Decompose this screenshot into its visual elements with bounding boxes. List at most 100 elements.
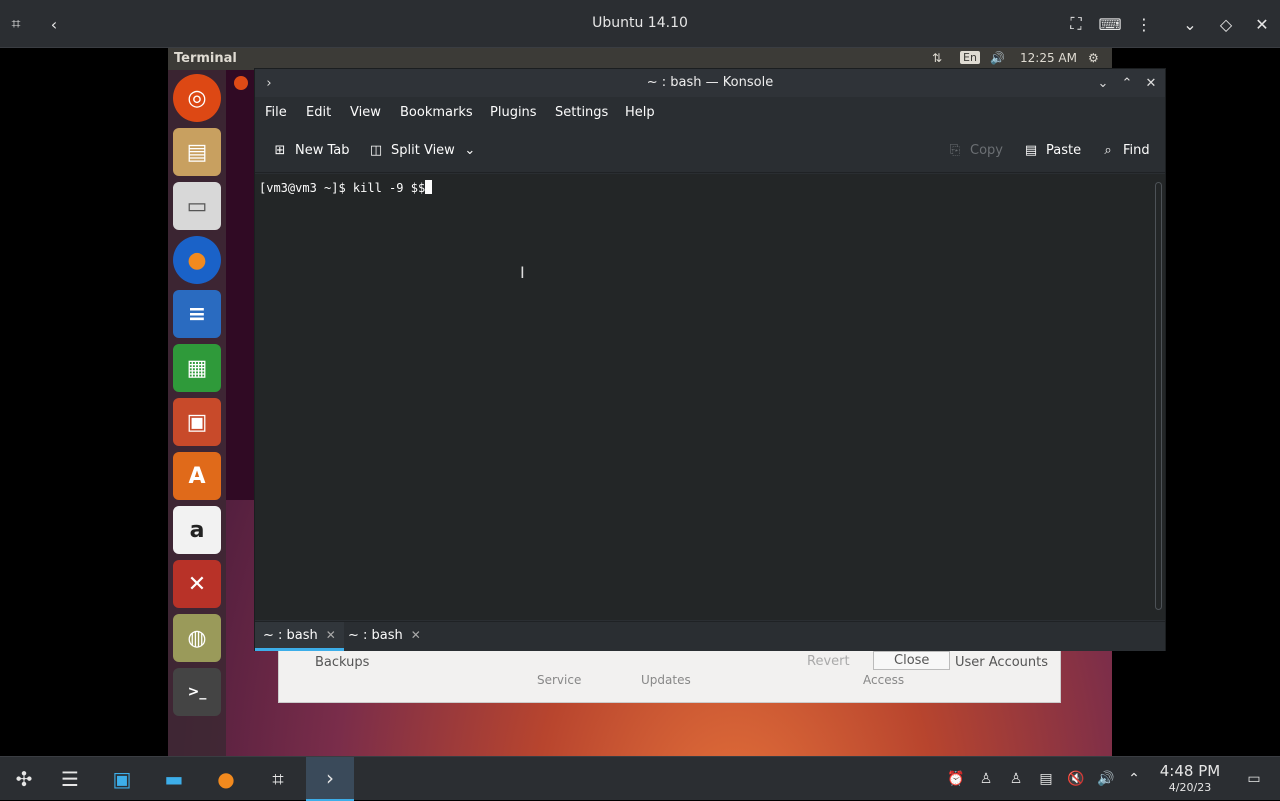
file-cabinet-icon[interactable]: ▭ [173, 182, 221, 230]
new-tab-label: New Tab [295, 142, 350, 158]
discover-store-icon[interactable]: ▣ [98, 757, 146, 801]
mouse-ibeam-cursor-icon: I [520, 263, 525, 282]
paste-label: Paste [1046, 142, 1082, 158]
search-icon: ⌕ [1104, 142, 1112, 158]
terminal-cursor [425, 180, 433, 194]
close-icon[interactable]: ✕ [1250, 12, 1274, 36]
panel-app-title: Terminal [174, 51, 237, 66]
panel-clock[interactable]: 12:25 AM [1020, 51, 1077, 65]
konsole-menubar: File Edit View Bookmarks Plugins Setting… [255, 97, 1165, 129]
menu-help[interactable]: Help [625, 105, 655, 120]
user-icon[interactable]: ♙ [976, 769, 996, 789]
clock-date: 4/20/23 [1168, 781, 1212, 794]
paste-icon: ▤ [1024, 142, 1038, 158]
menu-plugins[interactable]: Plugins [490, 105, 537, 120]
split-view-icon: ◫ [369, 142, 383, 158]
tab-label: ~ : bash [263, 628, 318, 643]
konsole-window[interactable]: › ~ : bash — Konsole ⌄ ⌃ ✕ File Edit Vie… [254, 68, 1166, 651]
clock-time: 4:48 PM [1159, 762, 1221, 780]
terminal-launcher-icon[interactable]: >_ [173, 668, 221, 716]
users-switch-icon[interactable]: ♙ [1006, 769, 1026, 789]
konsole-tabbar: ~ : bash ✕ ~ : bash ✕ [255, 621, 1165, 651]
tab-label: ~ : bash [348, 628, 403, 643]
fullscreen-icon[interactable]: ⛶ [1064, 12, 1088, 36]
window-maximize-icon[interactable]: ⌃ [1117, 73, 1137, 93]
clipboard-icon[interactable]: ▤ [1036, 769, 1056, 789]
keyboard-icon[interactable]: ⌨ [1098, 12, 1122, 36]
konsole-title: ~ : bash — Konsole [646, 75, 774, 90]
access-label: Access [863, 673, 905, 687]
find-label: Find [1123, 142, 1150, 158]
network-globe-icon[interactable]: ◍ [173, 614, 221, 662]
volume-tray-icon[interactable]: 🔊 [1096, 769, 1116, 789]
settings-gear-icon[interactable]: ⚙ [1088, 51, 1099, 65]
copy-label: Copy [970, 142, 1003, 158]
split-view-label: Split View [391, 142, 455, 158]
window-close-icon[interactable]: ✕ [1141, 73, 1161, 93]
host-taskbar: ✣ ☰ ▣ ▬ ● ⌗ › ⏰ ♙ ♙ ▤ 🔇 🔊 ⌃ 4:48 PM 4/20… [0, 756, 1280, 801]
backups-label[interactable]: Backups [315, 655, 369, 670]
maximize-icon[interactable]: ◇ [1214, 12, 1238, 36]
find-button[interactable]: ⌕ Find [1100, 142, 1150, 158]
show-desktop-icon[interactable]: ▭ [1244, 769, 1264, 789]
calc-icon[interactable]: ▦ [173, 344, 221, 392]
host-window-titlebar: ⌗ ‹ Ubuntu 14.10 ⛶ ⌨ ⋮ ⌄ ◇ ✕ [0, 0, 1280, 48]
terminal-scrollbar[interactable] [1155, 182, 1162, 610]
terminal-area[interactable]: [vm3@vm3 ~]$ kill -9 $$ [255, 174, 1165, 620]
taskbar-clock[interactable]: 4:48 PM 4/20/23 [1150, 762, 1230, 794]
menu-view[interactable]: View [350, 105, 381, 120]
volume-icon[interactable]: 🔊 [990, 51, 1005, 65]
vm-manager-taskbar-icon[interactable]: ⌗ [254, 757, 302, 801]
menu-settings[interactable]: Settings [555, 105, 608, 120]
tray-expand-icon[interactable]: ⌃ [1124, 769, 1144, 789]
new-tab-icon: ⊞ [274, 142, 286, 158]
terminal-prompt-line: [vm3@vm3 ~]$ kill -9 $$ [259, 180, 433, 195]
split-view-button[interactable]: ◫ Split View ⌄ [368, 142, 478, 158]
window-minimize-icon[interactable]: ⌄ [1093, 73, 1113, 93]
software-center-icon[interactable]: A [173, 452, 221, 500]
amazon-icon[interactable]: a [173, 506, 221, 554]
firefox-taskbar-icon[interactable]: ● [202, 757, 250, 801]
menu-bookmarks[interactable]: Bookmarks [400, 105, 473, 120]
ubuntu-top-panel: Terminal ⇅ En 🔊 12:25 AM ⚙ [168, 48, 1112, 70]
user-accounts-label[interactable]: User Accounts [955, 655, 1048, 670]
impress-icon[interactable]: ▣ [173, 398, 221, 446]
minimize-icon[interactable]: ⌄ [1178, 12, 1202, 36]
updates-label: Updates [641, 673, 691, 687]
new-tab-button[interactable]: ⊞ New Tab [272, 142, 350, 158]
close-dialog-button[interactable]: Close [873, 651, 951, 670]
bg-terminal-close-icon[interactable] [234, 76, 248, 90]
terminal-command-text: [vm3@vm3 ~]$ kill -9 $$ [259, 181, 426, 195]
background-settings-dialog: Backups Revert Close User Accounts Servi… [278, 648, 1061, 703]
konsole-titlebar[interactable]: › ~ : bash — Konsole ⌄ ⌃ ✕ [255, 69, 1165, 97]
system-settings-icon[interactable]: ☰ [46, 757, 94, 801]
tab-close-icon[interactable]: ✕ [326, 628, 336, 648]
app-launcher-icon[interactable]: ✣ [0, 757, 48, 801]
file-manager-icon[interactable]: ▬ [150, 757, 198, 801]
revert-button[interactable]: Revert [807, 654, 850, 669]
notifications-icon[interactable]: ⏰ [946, 769, 966, 789]
paste-button[interactable]: ▤ Paste [1023, 142, 1081, 158]
system-installer-icon[interactable]: ▤ [173, 128, 221, 176]
system-settings-icon[interactable]: ✕ [173, 560, 221, 608]
mute-icon[interactable]: 🔇 [1066, 769, 1086, 789]
more-menu-icon[interactable]: ⋮ [1132, 12, 1156, 36]
service-label: Service [537, 673, 582, 687]
unity-launcher: ◎ ▤ ▭ ● ≡ ▦ ▣ A a ✕ ◍ >_ [168, 70, 226, 756]
tab-bash-1[interactable]: ~ : bash ✕ [255, 622, 344, 651]
tab-close-icon[interactable]: ✕ [411, 628, 421, 651]
writer-icon[interactable]: ≡ [173, 290, 221, 338]
network-icon[interactable]: ⇅ [932, 51, 942, 65]
menu-edit[interactable]: Edit [306, 105, 331, 120]
keyboard-layout-indicator[interactable]: En [960, 51, 980, 64]
copy-button[interactable]: ⎘ Copy [947, 142, 1003, 158]
host-window-title: Ubuntu 14.10 [592, 15, 688, 31]
konsole-taskbar-icon[interactable]: › [306, 757, 354, 801]
firefox-icon[interactable]: ● [173, 236, 221, 284]
copy-icon: ⎘ [949, 142, 961, 158]
tab-bash-2[interactable]: ~ : bash ✕ [340, 622, 429, 651]
ubuntu-dash-icon[interactable]: ◎ [173, 74, 221, 122]
menu-file[interactable]: File [265, 105, 287, 120]
chevron-down-icon: ⌄ [464, 142, 476, 158]
konsole-toolbar: ⊞ New Tab ◫ Split View ⌄ ⎘ Copy ▤ Paste … [255, 129, 1165, 173]
